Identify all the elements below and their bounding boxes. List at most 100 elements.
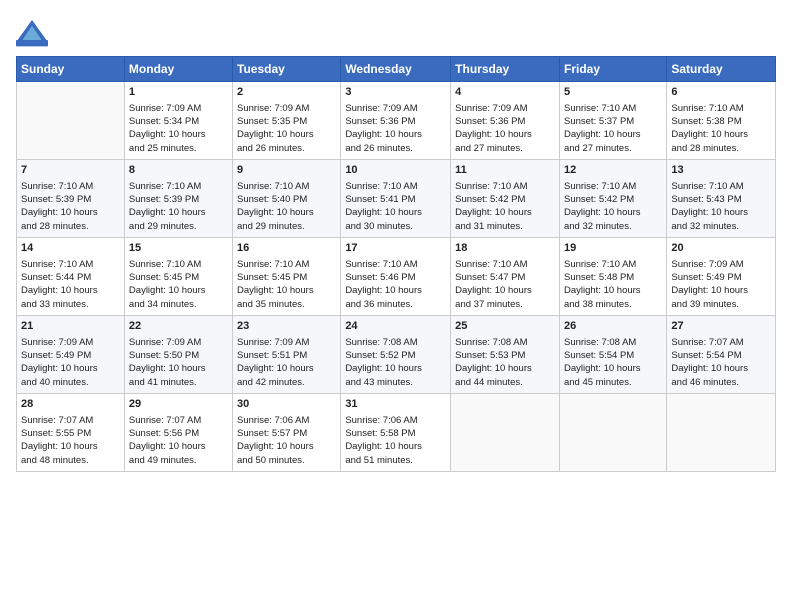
day-cell: 28 Sunrise: 7:07 AM Sunset: 5:55 PM Dayli… xyxy=(17,394,125,472)
day-cell: 2Sunrise: 7:09 AM Sunset: 5:35 PM Daylig… xyxy=(233,82,341,160)
weekday-header-saturday: Saturday xyxy=(667,57,776,82)
day-cell: 19 Sunrise: 7:10 AM Sunset: 5:48 PM Dayli… xyxy=(559,238,666,316)
day-number: 28 xyxy=(21,397,120,412)
page-container: SundayMondayTuesdayWednesdayThursdayFrid… xyxy=(0,0,792,480)
day-cell: 5 Sunrise: 7:10 AM Sunset: 5:37 PM Daylig… xyxy=(559,82,666,160)
day-number: 15 xyxy=(129,241,228,256)
day-cell xyxy=(667,394,776,472)
day-info: Sunrise: 7:10 AM Sunset: 5:48 PM Dayligh… xyxy=(564,258,662,311)
day-number: 4 xyxy=(455,85,555,100)
day-cell: 4Sunrise: 7:09 AM Sunset: 5:36 PM Daylig… xyxy=(451,82,560,160)
day-cell: 12 Sunrise: 7:10 AM Sunset: 5:42 PM Dayli… xyxy=(559,160,666,238)
day-cell: 6Sunrise: 7:10 AM Sunset: 5:38 PM Daylig… xyxy=(667,82,776,160)
day-number: 18 xyxy=(455,241,555,256)
day-cell: 3 Sunrise: 7:09 AM Sunset: 5:36 PM Daylig… xyxy=(341,82,451,160)
day-info: Sunrise: 7:10 AM Sunset: 5:39 PM Dayligh… xyxy=(21,180,120,233)
day-info: Sunrise: 7:10 AM Sunset: 5:46 PM Dayligh… xyxy=(345,258,446,311)
day-number: 23 xyxy=(237,319,336,334)
day-number: 22 xyxy=(129,319,228,334)
day-cell: 26 Sunrise: 7:08 AM Sunset: 5:54 PM Dayli… xyxy=(559,316,666,394)
day-cell: 20 Sunrise: 7:09 AM Sunset: 5:49 PM Dayli… xyxy=(667,238,776,316)
day-cell: 17 Sunrise: 7:10 AM Sunset: 5:46 PM Dayli… xyxy=(341,238,451,316)
day-number: 11 xyxy=(455,163,555,178)
day-number: 8 xyxy=(129,163,228,178)
day-number: 12 xyxy=(564,163,662,178)
day-info: Sunrise: 7:10 AM Sunset: 5:45 PM Dayligh… xyxy=(237,258,336,311)
day-cell: 13Sunrise: 7:10 AM Sunset: 5:43 PM Dayli… xyxy=(667,160,776,238)
day-cell: 23 Sunrise: 7:09 AM Sunset: 5:51 PM Dayli… xyxy=(233,316,341,394)
day-cell: 11 Sunrise: 7:10 AM Sunset: 5:42 PM Dayli… xyxy=(451,160,560,238)
day-cell xyxy=(17,82,125,160)
day-number: 30 xyxy=(237,397,336,412)
day-cell: 9Sunrise: 7:10 AM Sunset: 5:40 PM Daylig… xyxy=(233,160,341,238)
day-cell: 31 Sunrise: 7:06 AM Sunset: 5:58 PM Dayli… xyxy=(341,394,451,472)
day-cell: 18 Sunrise: 7:10 AM Sunset: 5:47 PM Dayli… xyxy=(451,238,560,316)
week-row-3: 21Sunrise: 7:09 AM Sunset: 5:49 PM Dayli… xyxy=(17,316,776,394)
day-info: Sunrise: 7:07 AM Sunset: 5:55 PM Dayligh… xyxy=(21,414,120,467)
day-number: 31 xyxy=(345,397,446,412)
day-info: Sunrise: 7:09 AM Sunset: 5:50 PM Dayligh… xyxy=(129,336,228,389)
day-info: Sunrise: 7:10 AM Sunset: 5:47 PM Dayligh… xyxy=(455,258,555,311)
day-number: 14 xyxy=(21,241,120,256)
day-cell: 7 Sunrise: 7:10 AM Sunset: 5:39 PM Daylig… xyxy=(17,160,125,238)
weekday-header-wednesday: Wednesday xyxy=(341,57,451,82)
day-number: 24 xyxy=(345,319,446,334)
day-info: Sunrise: 7:10 AM Sunset: 5:42 PM Dayligh… xyxy=(564,180,662,233)
logo-icon xyxy=(16,16,48,48)
day-number: 29 xyxy=(129,397,228,412)
weekday-header-row: SundayMondayTuesdayWednesdayThursdayFrid… xyxy=(17,57,776,82)
logo xyxy=(16,16,52,48)
day-cell: 21Sunrise: 7:09 AM Sunset: 5:49 PM Dayli… xyxy=(17,316,125,394)
day-number: 17 xyxy=(345,241,446,256)
day-cell: 25 Sunrise: 7:08 AM Sunset: 5:53 PM Dayli… xyxy=(451,316,560,394)
day-number: 19 xyxy=(564,241,662,256)
day-number: 16 xyxy=(237,241,336,256)
day-info: Sunrise: 7:08 AM Sunset: 5:54 PM Dayligh… xyxy=(564,336,662,389)
day-cell: 16 Sunrise: 7:10 AM Sunset: 5:45 PM Dayli… xyxy=(233,238,341,316)
day-cell: 14Sunrise: 7:10 AM Sunset: 5:44 PM Dayli… xyxy=(17,238,125,316)
day-cell xyxy=(559,394,666,472)
day-info: Sunrise: 7:09 AM Sunset: 5:34 PM Dayligh… xyxy=(129,102,228,155)
day-info: Sunrise: 7:10 AM Sunset: 5:39 PM Dayligh… xyxy=(129,180,228,233)
day-info: Sunrise: 7:09 AM Sunset: 5:36 PM Dayligh… xyxy=(345,102,446,155)
day-number: 7 xyxy=(21,163,120,178)
day-info: Sunrise: 7:09 AM Sunset: 5:51 PM Dayligh… xyxy=(237,336,336,389)
day-info: Sunrise: 7:10 AM Sunset: 5:41 PM Dayligh… xyxy=(345,180,446,233)
day-cell: 29 Sunrise: 7:07 AM Sunset: 5:56 PM Dayli… xyxy=(124,394,232,472)
day-info: Sunrise: 7:07 AM Sunset: 5:56 PM Dayligh… xyxy=(129,414,228,467)
day-info: Sunrise: 7:10 AM Sunset: 5:38 PM Dayligh… xyxy=(671,102,771,155)
day-info: Sunrise: 7:09 AM Sunset: 5:49 PM Dayligh… xyxy=(671,258,771,311)
day-number: 1 xyxy=(129,85,228,100)
day-number: 3 xyxy=(345,85,446,100)
day-cell: 27Sunrise: 7:07 AM Sunset: 5:54 PM Dayli… xyxy=(667,316,776,394)
day-info: Sunrise: 7:08 AM Sunset: 5:53 PM Dayligh… xyxy=(455,336,555,389)
day-cell: 22 Sunrise: 7:09 AM Sunset: 5:50 PM Dayli… xyxy=(124,316,232,394)
week-row-1: 7 Sunrise: 7:10 AM Sunset: 5:39 PM Daylig… xyxy=(17,160,776,238)
day-info: Sunrise: 7:08 AM Sunset: 5:52 PM Dayligh… xyxy=(345,336,446,389)
weekday-header-monday: Monday xyxy=(124,57,232,82)
day-info: Sunrise: 7:06 AM Sunset: 5:57 PM Dayligh… xyxy=(237,414,336,467)
calendar-table: SundayMondayTuesdayWednesdayThursdayFrid… xyxy=(16,56,776,472)
weekday-header-friday: Friday xyxy=(559,57,666,82)
day-number: 26 xyxy=(564,319,662,334)
day-cell: 1 Sunrise: 7:09 AM Sunset: 5:34 PM Daylig… xyxy=(124,82,232,160)
day-number: 25 xyxy=(455,319,555,334)
day-number: 21 xyxy=(21,319,120,334)
day-number: 20 xyxy=(671,241,771,256)
day-cell xyxy=(451,394,560,472)
day-number: 5 xyxy=(564,85,662,100)
day-info: Sunrise: 7:06 AM Sunset: 5:58 PM Dayligh… xyxy=(345,414,446,467)
day-cell: 10Sunrise: 7:10 AM Sunset: 5:41 PM Dayli… xyxy=(341,160,451,238)
weekday-header-sunday: Sunday xyxy=(17,57,125,82)
day-cell: 8 Sunrise: 7:10 AM Sunset: 5:39 PM Daylig… xyxy=(124,160,232,238)
day-info: Sunrise: 7:07 AM Sunset: 5:54 PM Dayligh… xyxy=(671,336,771,389)
day-cell: 15Sunrise: 7:10 AM Sunset: 5:45 PM Dayli… xyxy=(124,238,232,316)
day-info: Sunrise: 7:10 AM Sunset: 5:42 PM Dayligh… xyxy=(455,180,555,233)
week-row-0: 1 Sunrise: 7:09 AM Sunset: 5:34 PM Daylig… xyxy=(17,82,776,160)
day-number: 9 xyxy=(237,163,336,178)
weekday-header-thursday: Thursday xyxy=(451,57,560,82)
day-info: Sunrise: 7:10 AM Sunset: 5:37 PM Dayligh… xyxy=(564,102,662,155)
day-cell: 24 Sunrise: 7:08 AM Sunset: 5:52 PM Dayli… xyxy=(341,316,451,394)
header xyxy=(16,16,776,48)
day-number: 13 xyxy=(671,163,771,178)
